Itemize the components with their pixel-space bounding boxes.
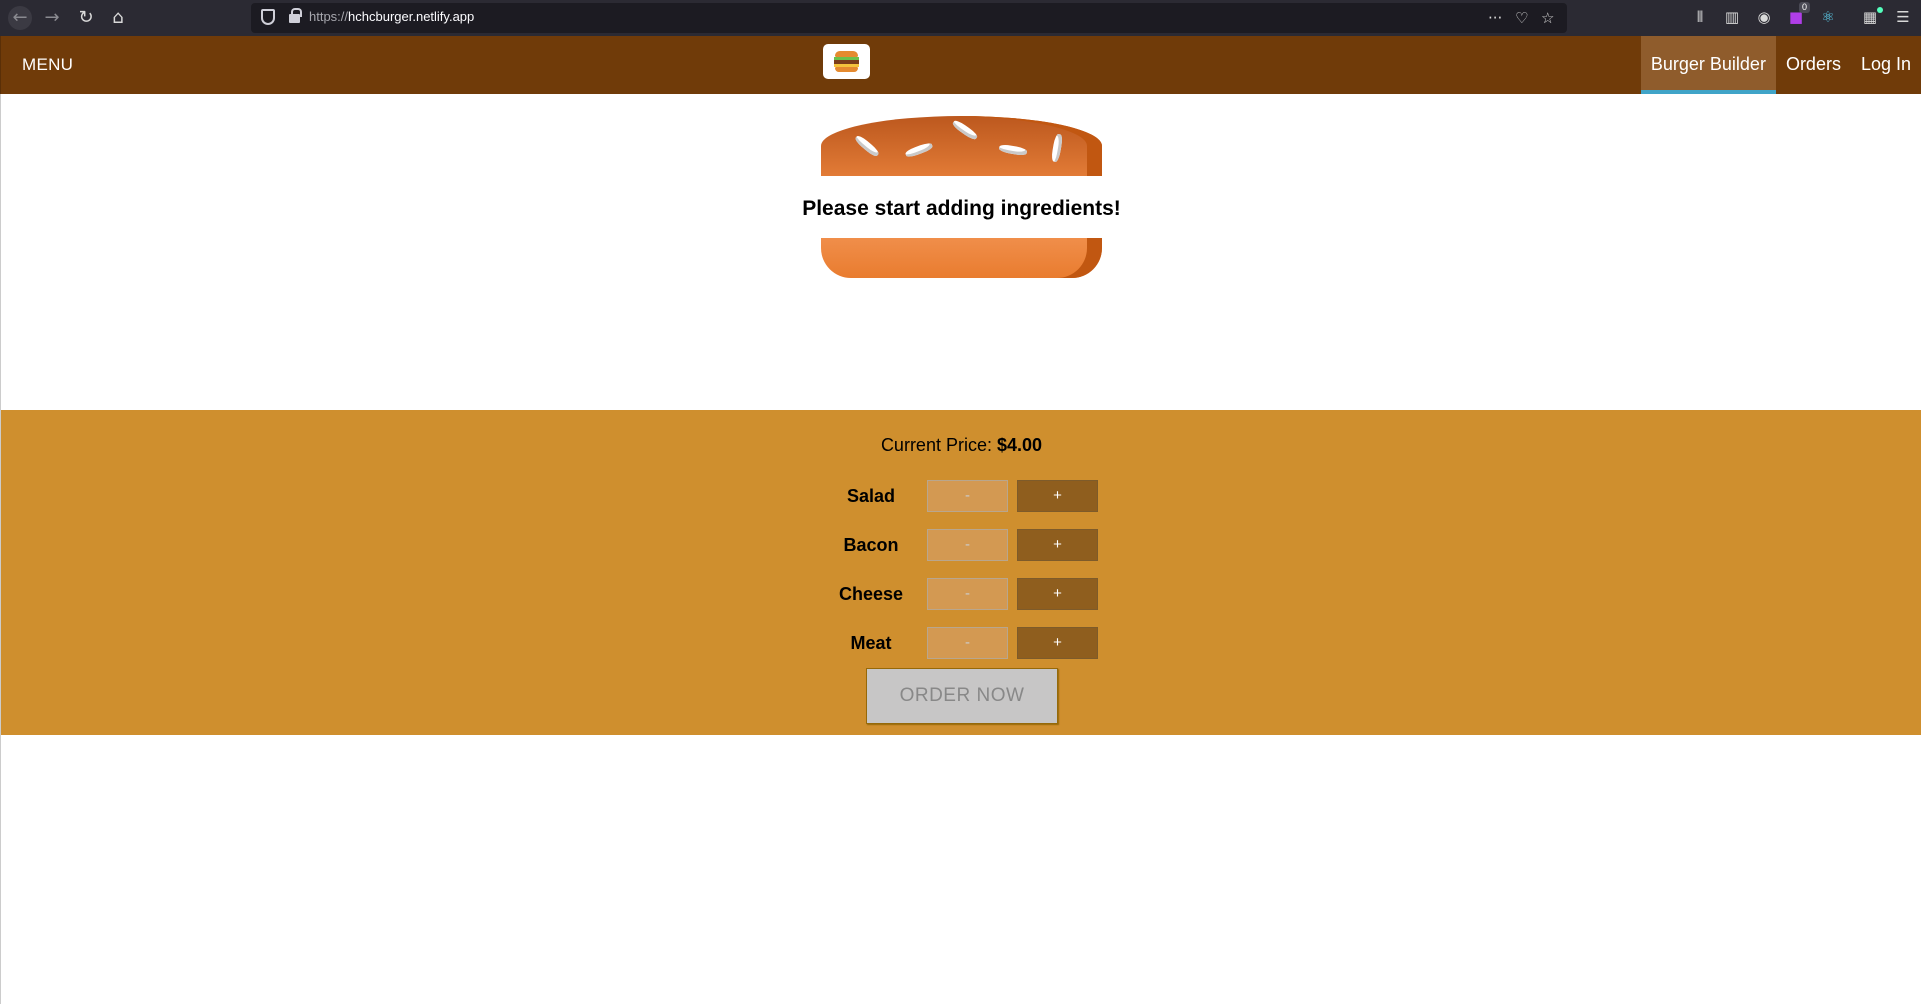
less-cheese-button[interactable]: - — [927, 578, 1008, 610]
address-bar[interactable]: https://hchcburger.netlify.app ··· ♡ ☆ — [251, 3, 1567, 33]
library-icon[interactable]: ⫴ — [1690, 7, 1710, 27]
seed — [1050, 133, 1064, 163]
ingredient-label: Cheese — [838, 584, 904, 604]
forward-arrow-icon[interactable]: → — [40, 6, 64, 30]
sidebar-icon[interactable]: ▥ — [1722, 7, 1742, 27]
url-text[interactable]: https://hchcburger.netlify.app — [309, 9, 474, 24]
less-salad-button[interactable]: - — [927, 480, 1008, 512]
tracking-protection-shield-icon[interactable] — [261, 9, 275, 25]
menu-button[interactable]: MENU — [22, 55, 73, 75]
ingredient-label: Meat — [850, 633, 892, 653]
pocket-icon[interactable]: ♡ — [1515, 8, 1528, 28]
page-background — [0, 735, 1921, 1004]
seed — [853, 133, 881, 159]
nav-orders[interactable]: Orders — [1776, 36, 1851, 94]
more-bacon-button[interactable]: + — [1017, 529, 1098, 561]
bookmark-star-icon[interactable]: ☆ — [1541, 8, 1554, 28]
price-value: $4.00 — [997, 435, 1043, 455]
notification-dot — [1877, 7, 1883, 13]
less-bacon-button[interactable]: - — [927, 529, 1008, 561]
build-controls: Current Price: $4.00 Salad - + Bacon - +… — [0, 410, 1921, 735]
account-icon[interactable]: ◉ — [1754, 7, 1774, 27]
lock-icon[interactable] — [289, 8, 302, 23]
seed — [998, 143, 1028, 157]
back-arrow-icon[interactable]: ← — [8, 6, 32, 30]
order-now-button[interactable]: ORDER NOW — [866, 668, 1058, 724]
ingredient-row-salad: Salad - + — [821, 480, 1101, 512]
more-meat-button[interactable]: + — [1017, 627, 1098, 659]
home-icon[interactable]: ⌂ — [106, 6, 130, 30]
less-meat-button[interactable]: - — [927, 627, 1008, 659]
more-salad-button[interactable]: + — [1017, 480, 1098, 512]
url-host: hchcburger.netlify.app — [348, 9, 475, 24]
more-actions-icon[interactable]: ··· — [1488, 8, 1502, 28]
ingredient-label: Salad — [846, 486, 896, 506]
seed — [904, 141, 934, 159]
reload-icon[interactable]: ↻ — [74, 6, 98, 30]
price-label: Current Price: — [880, 435, 992, 455]
more-cheese-button[interactable]: + — [1017, 578, 1098, 610]
nav-burger-builder[interactable]: Burger Builder — [1640, 36, 1776, 94]
extension-badge: 0 — [1799, 2, 1811, 13]
ingredient-row-cheese: Cheese - + — [821, 578, 1101, 610]
app-toolbar: MENU Burger Builder Orders Log In — [0, 36, 1921, 94]
ingredient-row-bacon: Bacon - + — [821, 529, 1101, 561]
main-nav: Burger Builder Orders Log In — [1640, 36, 1921, 94]
ingredient-row-meat: Meat - + — [821, 627, 1101, 659]
url-scheme: https:// — [309, 9, 349, 24]
current-price: Current Price: $4.00 — [1, 435, 1921, 456]
bread-bottom — [821, 238, 1102, 278]
nav-log-in[interactable]: Log In — [1851, 36, 1921, 94]
burger-preview: Please start adding ingredients! — [0, 94, 1921, 410]
hamburger-menu-icon[interactable]: ☰ — [1893, 7, 1913, 27]
bread-top — [821, 116, 1102, 176]
browser-chrome: ← → ↻ ⌂ https://hchcburger.netlify.app ·… — [0, 0, 1921, 36]
empty-burger-message: Please start adding ingredients! — [802, 197, 1121, 220]
seed — [951, 118, 979, 142]
burger-logo-icon — [823, 44, 870, 79]
react-devtools-icon[interactable]: ⚛ — [1818, 7, 1838, 27]
ingredient-label: Bacon — [843, 535, 899, 555]
